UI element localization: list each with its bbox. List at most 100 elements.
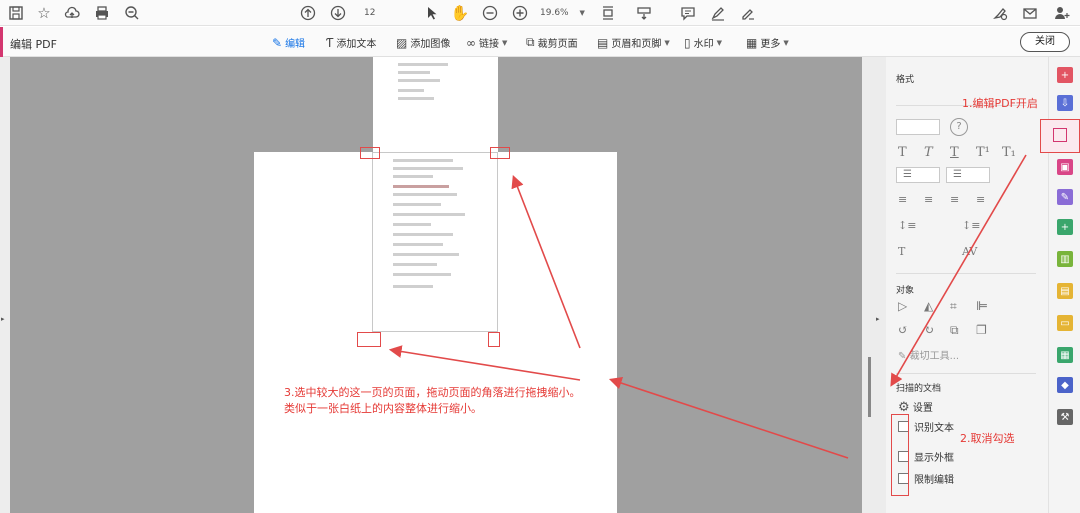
page-up-icon[interactable] [298,3,318,23]
tool-crop-page[interactable]: ⧉ 裁剪页面 [526,35,578,50]
arrange-icon[interactable]: ❐ [976,323,987,337]
corner-handle-bottom-left[interactable] [357,332,381,347]
hand-tool-icon[interactable]: ✋ [450,3,470,23]
share-sign-icon[interactable] [990,3,1010,23]
corner-handle-top-left[interactable] [360,147,380,159]
close-button[interactable]: 关闭 [1020,32,1070,52]
text-bold-icon[interactable]: T [898,145,907,160]
align-center-icon[interactable]: ≡ [924,193,933,206]
settings-link[interactable]: ⚙ 设置 [898,399,933,415]
flip-vertical-icon[interactable]: ▷ [898,299,907,313]
tool-header-footer[interactable]: ▤ 页眉和页脚 ▼ [597,35,670,51]
corner-handle-bottom-right[interactable] [488,332,500,347]
more-tools-icon[interactable]: ⚒ [1057,409,1073,425]
tool-add-text[interactable]: Ƭ 添加文本 [326,35,377,51]
chevron-down-icon: ▼ [716,38,722,47]
align-justify-icon[interactable]: ≡ [976,193,985,206]
send-review-icon[interactable]: + [1057,219,1073,235]
mail-icon[interactable] [1020,3,1040,23]
format-section-title: 格式 [896,75,915,85]
protect-icon[interactable]: ◆ [1057,377,1073,393]
tool-edit[interactable]: ✎ 编辑 [272,35,306,51]
tool-add-image[interactable]: ▨ 添加图像 [396,35,450,51]
select-cursor-icon[interactable] [422,3,442,23]
edit-pdf-tool[interactable] [1040,119,1080,153]
bullet-list-select[interactable]: ☰ [896,167,940,183]
highlight-pen-icon[interactable] [708,3,728,23]
more-icon: ▦ [746,35,758,50]
watermark-icon: ▯ [684,35,691,50]
zoom-in-icon[interactable] [510,3,530,23]
tool-more-label: 更多 [760,39,781,50]
organize-pages-icon[interactable]: ▥ [1057,251,1073,267]
page-down-icon[interactable] [328,3,348,23]
page-number-field[interactable]: 12 [360,5,398,21]
sign-pen-icon[interactable] [738,3,758,23]
text-scale-icon[interactable]: T [898,245,905,258]
print-production-icon[interactable]: ▦ [1057,347,1073,363]
text-underline-icon[interactable]: T [950,145,959,160]
scrollbar-thumb[interactable] [868,357,871,417]
subscript-icon[interactable]: T₁ [1002,145,1016,160]
numbered-list-select[interactable]: ☰ [946,167,990,183]
tool-link[interactable]: ∞ 链接 ▼ [466,35,507,51]
page-layout-icon[interactable] [598,3,618,23]
char-spacing-icon[interactable]: AV [962,245,977,258]
tool-more[interactable]: ▦ 更多 ▼ [746,35,789,51]
tool-link-label: 链接 [479,39,499,50]
cloud-upload-icon[interactable] [62,3,82,23]
font-size-select[interactable] [896,119,940,135]
corner-handle-top-right[interactable] [490,147,510,159]
zoom-level-value: 19.6% [540,8,569,18]
line-spacing-icon[interactable]: ↕≡ [898,219,916,232]
selected-content-box[interactable] [372,152,498,332]
tool-add-text-label: 添加文本 [336,39,377,50]
align-objects-icon[interactable]: ⊫ [976,299,988,313]
annotation-step1: 1.编辑PDF开启 [962,97,1038,110]
create-pdf-icon[interactable]: + [1057,67,1073,83]
tool-edit-label: 编辑 [285,39,306,50]
comment-tool-icon[interactable]: ▭ [1057,315,1073,331]
fill-sign-icon[interactable]: ✎ [1057,189,1073,205]
document-canvas[interactable] [10,57,862,513]
combine-files-icon[interactable]: ⇩ [1057,95,1073,111]
user-add-icon[interactable] [1052,3,1072,23]
superscript-icon[interactable]: T¹ [976,145,990,160]
mode-accent-bar [0,27,3,57]
save-icon[interactable] [6,3,26,23]
text-icon: Ƭ [326,35,334,50]
flip-horizontal-icon[interactable]: ◭ [924,299,933,313]
collapse-right-icon: ▸ [876,315,880,323]
left-panel-toggle[interactable]: ▸ [0,57,10,513]
zoom-out-icon[interactable] [480,3,500,23]
crop-object-icon[interactable]: ⌗ [950,299,957,314]
chevron-down-icon: ▼ [579,9,585,17]
tool-watermark[interactable]: ▯ 水印 ▼ [684,35,722,51]
paragraph-spacing-icon[interactable]: ↕≡ [962,219,980,232]
star-icon[interactable]: ☆ [34,3,54,23]
replace-image-icon[interactable]: ⧉ [950,323,959,338]
print-icon[interactable] [92,3,112,23]
checkbox-highlight-box [891,414,909,496]
help-icon[interactable]: ? [950,118,968,136]
page-large[interactable] [254,152,617,513]
rotate-left-icon[interactable]: ↺ [898,323,908,337]
align-left-icon[interactable]: ≡ [898,193,907,206]
zoom-level-dropdown[interactable]: 19.6% ▼ [540,5,588,21]
annotation-step3-line2: 类似于一张白纸上的内容整体进行缩小。 [284,402,482,415]
text-italic-icon[interactable]: T [924,145,933,160]
scroll-mode-icon[interactable] [634,3,654,23]
zoom-out-search-icon[interactable] [122,3,142,23]
align-right-icon[interactable]: ≡ [950,193,959,206]
crop-tool-dropdown[interactable]: ✎ 裁切工具... [898,347,959,362]
export-pdf-icon[interactable]: ▣ [1057,159,1073,175]
rotate-right-icon[interactable]: ↻ [924,323,934,337]
chevron-down-icon: ▼ [664,38,670,47]
page-thumbnail-top [373,57,498,153]
edit-pdf-toolbar: 编辑 PDF ✎ 编辑 Ƭ 添加文本 ▨ 添加图像 ∞ 链接 ▼ ⧉ 裁剪页面 … [0,27,1080,57]
link-icon: ∞ [466,35,476,50]
rich-media-icon[interactable]: ▤ [1057,283,1073,299]
bullet-list-icon: ☰ [903,169,912,180]
comment-icon[interactable] [678,3,698,23]
right-panel-toggle[interactable]: ▸ [862,57,886,513]
